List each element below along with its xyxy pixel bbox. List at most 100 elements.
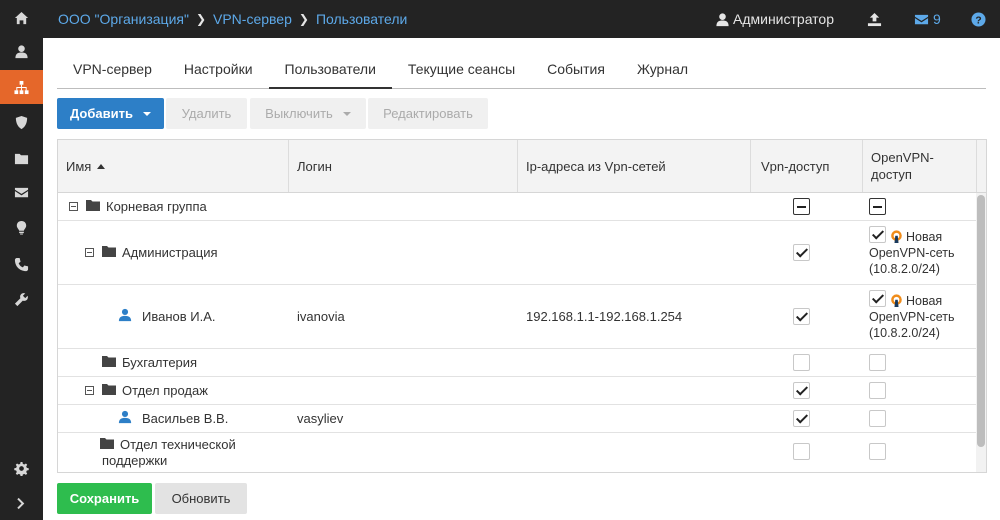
row-ip-range: 192.168.1.1-192.168.1.254 [526,309,683,324]
column-header-login-label: Логин [297,158,332,174]
upload-icon[interactable] [867,0,882,38]
top-bar: ООО "Организация" ❯ VPN-сервер ❯ Пользов… [43,0,1000,38]
help-icon[interactable]: ? [971,0,986,38]
tab-current-sessions[interactable]: Текущие сеансы [392,50,531,88]
column-header-vpn-access-label: Vpn-доступ [761,158,830,174]
table-row[interactable]: Отдел технической поддержки [58,433,976,472]
user-icon [118,410,142,427]
vpn-access-checkbox[interactable] [793,308,810,325]
sort-ascending-icon [97,163,106,169]
row-name: Администрация [122,245,218,260]
openvpn-network-label: Новая OpenVPN-сеть (10.8.2.0/24) [869,293,969,341]
user-icon[interactable] [0,34,43,68]
row-login: vasyliev [297,411,344,426]
tab-log[interactable]: Журнал [621,50,704,88]
vpn-access-checkbox[interactable] [793,382,810,399]
folder-icon [86,199,106,214]
disable-button[interactable]: Выключить [250,98,366,129]
row-login: ivanovia [297,309,345,324]
column-header-ip[interactable]: Ip-адреса из Vpn-сетей [518,140,751,192]
lightbulb-icon[interactable] [0,210,43,244]
user-menu[interactable]: Администратор [715,0,834,38]
folder-icon[interactable] [0,141,43,175]
wrench-icon[interactable] [0,282,43,316]
disable-button-label: Выключить [265,106,333,121]
edit-button[interactable]: Редактировать [368,98,488,129]
openvpn-icon [891,230,902,243]
breadcrumb-vpn-server[interactable]: VPN-сервер [213,11,292,27]
folder-icon [102,245,122,260]
openvpn-access-checkbox[interactable] [869,198,886,215]
vpn-access-checkbox[interactable] [793,410,810,427]
openvpn-access-checkbox[interactable] [869,410,886,427]
openvpn-access-checkbox[interactable] [869,443,886,460]
row-name: Иванов И.А. [142,309,216,324]
mail-count-badge: 9 [933,11,941,27]
breadcrumb-separator-icon: ❯ [195,12,206,26]
openvpn-network-text: Новая OpenVPN-сеть (10.8.2.0/24) [869,294,955,340]
sitemap-icon[interactable] [0,70,43,104]
table-row[interactable]: Васильев В.В. vasyliev [58,405,976,433]
collapse-icon[interactable] [85,386,94,395]
openvpn-access-checkbox[interactable] [869,354,886,371]
folder-icon [102,383,122,398]
table-row[interactable]: Иванов И.А. ivanovia 192.168.1.1-192.168… [58,285,976,349]
vertical-scrollbar[interactable] [976,193,986,472]
column-header-name-label: Имя [66,158,92,174]
table-row[interactable]: Бухгалтерия [58,349,976,377]
envelope-icon[interactable] [0,175,43,209]
row-name: Отдел продаж [122,383,208,398]
envelope-icon [914,14,929,24]
row-name: Бухгалтерия [122,355,198,370]
add-button[interactable]: Добавить [57,98,164,129]
tab-bar: VPN-сервер Настройки Пользователи Текущи… [57,50,986,89]
row-name: Корневая группа [106,199,207,214]
column-header-ip-label: Ip-адреса из Vpn-сетей [526,158,666,174]
collapse-icon[interactable] [85,248,94,257]
edit-button-label: Редактировать [383,106,473,121]
phone-icon[interactable] [0,247,43,281]
add-button-label: Добавить [70,106,133,121]
table-row[interactable]: Корневая группа [58,193,976,221]
home-icon[interactable] [0,1,43,35]
users-table: Имя Логин Ip-адреса из Vpn-сетей Vpn-дос… [57,139,987,473]
tab-users[interactable]: Пользователи [268,50,392,89]
folder-icon [100,437,120,452]
breadcrumb-separator-icon: ❯ [298,12,309,26]
openvpn-access-checkbox[interactable] [869,382,886,399]
tab-vpn-server[interactable]: VPN-сервер [57,50,168,88]
sidebar [0,0,43,520]
column-header-vpn-access[interactable]: Vpn-доступ [751,140,863,192]
table-header: Имя Логин Ip-адреса из Vpn-сетей Vpn-дос… [58,140,986,193]
gear-icon[interactable] [0,451,43,485]
messages-button[interactable]: 9 [914,0,941,38]
user-name: Администратор [733,11,835,27]
user-icon [118,308,142,325]
tab-events[interactable]: События [531,50,621,88]
openvpn-icon [891,294,902,307]
shield-icon[interactable] [0,105,43,139]
breadcrumb-users[interactable]: Пользователи [316,11,407,27]
openvpn-network-label: Новая OpenVPN-сеть (10.8.2.0/24) [869,229,969,277]
vpn-access-checkbox[interactable] [793,443,810,460]
table-row[interactable]: Отдел продаж [58,377,976,405]
scrollbar-thumb[interactable] [977,195,985,447]
column-header-name[interactable]: Имя [58,140,289,192]
save-button-label: Сохранить [69,491,140,506]
column-header-login[interactable]: Логин [289,140,518,192]
column-header-openvpn-access-label: OpenVPN-доступ [871,150,934,182]
save-button[interactable]: Сохранить [57,483,152,514]
svg-text:?: ? [975,15,981,26]
table-row[interactable]: Администрация Новая OpenVPN-сеть (10.8.2… [58,221,976,285]
vpn-access-checkbox[interactable] [793,354,810,371]
tab-settings[interactable]: Настройки [168,50,269,88]
delete-button[interactable]: Удалить [166,98,247,129]
vpn-access-checkbox[interactable] [793,198,810,215]
refresh-button[interactable]: Обновить [155,483,247,514]
chevron-right-icon[interactable] [0,486,43,520]
vpn-access-checkbox[interactable] [793,244,810,261]
user-icon [716,12,729,26]
breadcrumb-organization[interactable]: ООО "Организация" [58,11,189,27]
column-header-openvpn-access[interactable]: OpenVPN-доступ [863,140,977,192]
collapse-icon[interactable] [69,202,78,211]
